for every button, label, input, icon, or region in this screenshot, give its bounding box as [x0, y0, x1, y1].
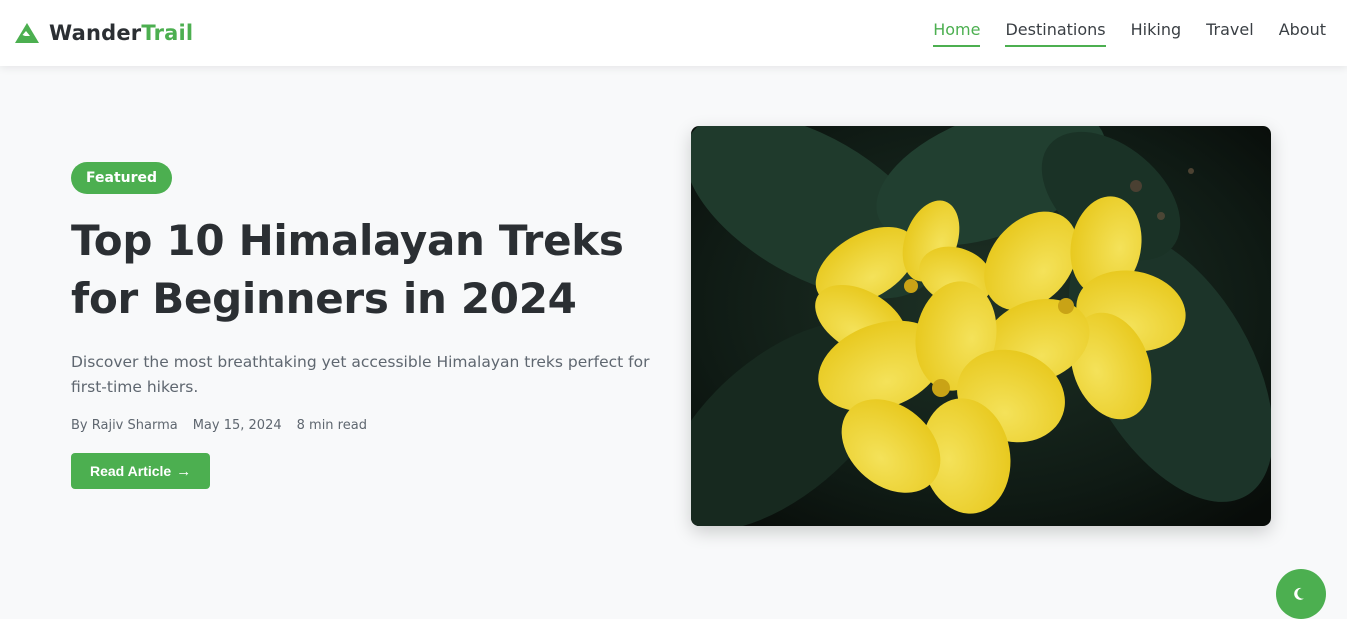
- nav-travel[interactable]: Travel: [1206, 20, 1254, 45]
- nav-about[interactable]: About: [1279, 20, 1326, 45]
- read-article-label: Read Article: [90, 463, 172, 479]
- theme-toggle-button[interactable]: [1276, 569, 1326, 619]
- logo-text-primary: Wander: [49, 21, 142, 45]
- nav-hiking[interactable]: Hiking: [1131, 20, 1181, 45]
- article-title: Top 10 Himalayan Treks for Beginners in …: [71, 216, 624, 323]
- article-read-time: 8 min read: [296, 418, 367, 433]
- site-logo[interactable]: Wander Trail: [14, 18, 193, 48]
- featured-image[interactable]: [691, 126, 1271, 526]
- yellow-flowers-photo: [691, 126, 1271, 526]
- nav-destinations[interactable]: Destinations: [1005, 20, 1106, 47]
- mountain-icon: [15, 23, 39, 43]
- moon-icon: [1294, 587, 1304, 600]
- logo-text-accent: Trail: [141, 21, 194, 45]
- nav-home[interactable]: Home: [933, 20, 981, 47]
- featured-badge: Featured: [71, 162, 173, 194]
- site-header: Wander Trail Home Destinations Hiking Tra…: [0, 0, 1347, 66]
- article-author: By Rajiv Sharma: [71, 418, 178, 433]
- featured-article: Featured Top 10 Himalayan Treks for Begi…: [71, 162, 661, 489]
- read-article-button[interactable]: Read Article →: [71, 453, 211, 489]
- article-description: Discover the most breathtaking yet acces…: [71, 353, 650, 396]
- main-nav: Home Destinations Hiking Travel About: [933, 20, 1326, 47]
- arrow-right-icon: →: [176, 462, 192, 480]
- article-date: May 15, 2024: [192, 418, 282, 433]
- article-meta: By Rajiv Sharma May 15, 2024 8 min read: [71, 418, 661, 433]
